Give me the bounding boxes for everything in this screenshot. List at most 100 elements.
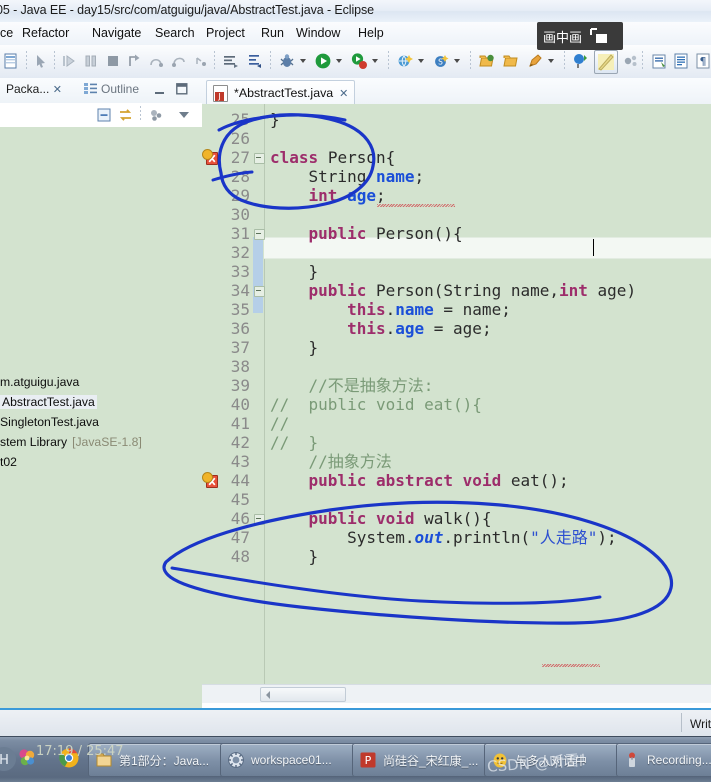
left-view-tabs: Packa... ✕ Outline bbox=[0, 78, 202, 103]
close-icon[interactable]: ✕ bbox=[53, 83, 62, 96]
tree-item[interactable]: t02 bbox=[0, 452, 17, 471]
tree-item[interactable]: SingletonTest.java bbox=[0, 412, 99, 431]
filter-icon[interactable] bbox=[148, 107, 164, 123]
line-number: 26 bbox=[230, 129, 250, 148]
chevron-down-icon[interactable] bbox=[548, 59, 554, 63]
drop-to-frame-icon[interactable] bbox=[192, 52, 210, 70]
toolbar-separator bbox=[140, 106, 141, 122]
step-return-icon[interactable] bbox=[170, 52, 188, 70]
open-type-icon[interactable] bbox=[478, 52, 496, 70]
windows-taskbar: H 第1部分：Java... workspace01... P 尚硅谷_宋红康_...… bbox=[0, 736, 711, 782]
recorder-icon bbox=[623, 751, 641, 769]
toolbar-separator bbox=[470, 51, 471, 71]
chevron-down-icon[interactable] bbox=[336, 59, 342, 63]
editor-tab-abstracttest[interactable]: *AbstractTest.java ✕ bbox=[206, 80, 356, 105]
menu-item-navigate[interactable]: Navigate bbox=[92, 26, 141, 40]
editor-area: *AbstractTest.java ✕ 25} 2627 class Person… bbox=[202, 78, 711, 708]
code-line: this.name = name; bbox=[347, 300, 511, 319]
tab-package-explorer[interactable]: Packa... ✕ bbox=[6, 82, 62, 96]
tree-item[interactable]: stem Library [JavaSE-1.8] bbox=[0, 432, 142, 451]
taskbar-item-powerpoint[interactable]: P 尚硅谷_宋红康_... bbox=[352, 743, 492, 777]
terminate-icon[interactable] bbox=[104, 52, 122, 70]
warning-marker-icon[interactable] bbox=[202, 149, 213, 160]
editor-folding-bar[interactable] bbox=[253, 104, 264, 684]
picture-in-picture-badge[interactable]: 画中画 bbox=[537, 22, 623, 50]
fold-toggle[interactable] bbox=[254, 229, 265, 240]
menu-item-run[interactable]: Run bbox=[261, 26, 284, 40]
menu-item-window[interactable]: Window bbox=[296, 26, 340, 40]
run-external-tools-icon[interactable] bbox=[350, 52, 368, 70]
status-bar: Writ bbox=[0, 708, 711, 737]
code-line: public void walk(){ bbox=[308, 509, 492, 528]
view-menu-icon[interactable] bbox=[176, 107, 192, 123]
new-class-icon[interactable]: S bbox=[432, 52, 450, 70]
left-view-stack: Packa... ✕ Outline m.atguigu.java Abstract… bbox=[0, 78, 202, 708]
next-annotation-icon[interactable] bbox=[222, 52, 240, 70]
window-title: 05 - Java EE - day15/src/com/atguigu/jav… bbox=[0, 3, 374, 17]
debug-bug-icon[interactable] bbox=[278, 52, 296, 70]
step-over-icon[interactable] bbox=[148, 52, 166, 70]
line-number: 46 bbox=[230, 509, 250, 528]
code-line: public abstract void eat(); bbox=[308, 471, 569, 490]
run-icon[interactable] bbox=[314, 52, 332, 70]
chevron-down-icon[interactable] bbox=[300, 59, 306, 63]
menu-item-ce[interactable]: ce bbox=[0, 26, 13, 40]
fold-toggle[interactable] bbox=[254, 153, 265, 164]
tab-outline[interactable]: Outline bbox=[84, 82, 139, 96]
perspective-switch-icon[interactable] bbox=[622, 52, 640, 70]
menu-item-help[interactable]: Help bbox=[358, 26, 384, 40]
code-line: } bbox=[270, 547, 319, 566]
line-number: 33 bbox=[230, 262, 250, 281]
tree-item[interactable]: AbstractTest.java bbox=[0, 392, 97, 411]
minimize-icon[interactable] bbox=[154, 85, 165, 95]
menu-item-refactor[interactable]: Refactor bbox=[22, 26, 69, 40]
link-with-editor-icon[interactable] bbox=[118, 107, 134, 123]
chevron-down-icon[interactable] bbox=[418, 59, 424, 63]
collapse-all-icon[interactable] bbox=[96, 107, 112, 123]
code-line: //不是抽象方法: bbox=[270, 376, 434, 395]
taskbar-item-eclipse[interactable]: workspace01... bbox=[220, 743, 360, 777]
code-line: public Person(){ bbox=[308, 224, 463, 243]
new-wizard-icon[interactable] bbox=[2, 52, 20, 70]
menu-item-project[interactable]: Project bbox=[206, 26, 245, 40]
close-icon[interactable]: ✕ bbox=[339, 87, 348, 100]
video-time-overlay: 17:19 / 25:47 bbox=[36, 744, 124, 759]
code-line: } bbox=[270, 338, 319, 357]
tree-item[interactable]: m.atguigu.java bbox=[0, 372, 79, 391]
gutter-divider bbox=[264, 104, 265, 684]
package-explorer-tree[interactable]: m.atguigu.java AbstractTest.java Singleton… bbox=[0, 127, 202, 708]
line-number: 32 bbox=[230, 243, 250, 262]
java-browsing-icon[interactable] bbox=[650, 52, 668, 70]
scrollbar-thumb[interactable] bbox=[260, 687, 346, 702]
search-icon[interactable] bbox=[526, 52, 544, 70]
tree-item-label: t02 bbox=[0, 454, 17, 469]
debug-pointer-icon[interactable] bbox=[32, 52, 50, 70]
left-view-toolbar bbox=[0, 103, 202, 128]
line-number: 40 bbox=[230, 395, 250, 414]
paragraph-marks-icon[interactable]: ¶ bbox=[694, 52, 711, 70]
pin-perspective-icon[interactable] bbox=[572, 52, 590, 70]
taskbar-item-label: 尚硅谷_宋红康_... bbox=[383, 753, 479, 768]
code-line: // bbox=[270, 414, 290, 433]
fold-toggle[interactable] bbox=[254, 286, 265, 297]
maximize-icon[interactable] bbox=[176, 83, 188, 95]
chevron-down-icon[interactable] bbox=[454, 59, 460, 63]
editor-marker-bar[interactable] bbox=[202, 104, 216, 684]
new-java-project-icon[interactable] bbox=[396, 52, 414, 70]
java-editor-icon[interactable] bbox=[672, 52, 690, 70]
fold-toggle[interactable] bbox=[254, 514, 265, 525]
code-editor[interactable]: 25} 26 27 class Person{28 String name; 29 in… bbox=[202, 104, 711, 684]
suspend-icon[interactable] bbox=[82, 52, 100, 70]
flower-icon[interactable] bbox=[16, 747, 38, 769]
resume-icon[interactable] bbox=[60, 52, 78, 70]
taskbar-item-recorder[interactable]: Recording... bbox=[616, 743, 711, 777]
previous-annotation-icon[interactable] bbox=[246, 52, 264, 70]
chevron-down-icon[interactable] bbox=[372, 59, 378, 63]
java-perspective-icon[interactable] bbox=[594, 50, 618, 74]
open-resource-icon[interactable] bbox=[502, 52, 520, 70]
menu-item-search[interactable]: Search bbox=[155, 26, 195, 40]
editor-horizontal-scrollbar[interactable] bbox=[202, 684, 711, 703]
warning-marker-icon[interactable] bbox=[202, 472, 213, 483]
step-into-icon[interactable] bbox=[126, 52, 144, 70]
code-line: int age; bbox=[308, 186, 386, 205]
